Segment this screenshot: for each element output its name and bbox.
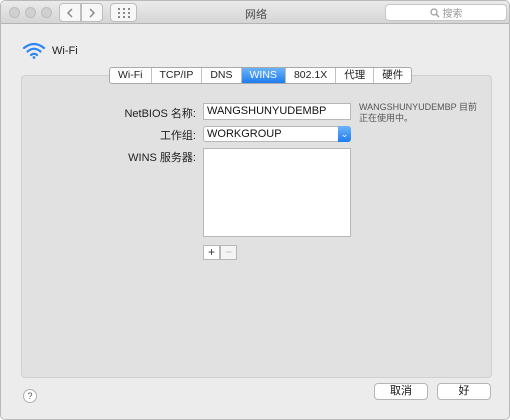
netbios-name-input[interactable]: WANGSHUNYUDEMBP (203, 103, 351, 120)
tab-dns[interactable]: DNS (202, 68, 242, 83)
wins-servers-list[interactable] (203, 148, 351, 237)
tab-wifi[interactable]: Wi-Fi (110, 68, 152, 83)
workgroup-value: WORKGROUP (207, 128, 282, 140)
netbios-status-note-line2: 正在使用中。 (359, 113, 414, 123)
network-preferences-window: 网络 搜索 Wi-Fi Wi-Fi TCP/IP DNS WINS 802.1X… (0, 0, 510, 420)
tab-hardware[interactable]: 硬件 (374, 68, 411, 83)
interface-name: Wi-Fi (52, 45, 78, 57)
remove-server-button[interactable]: − (220, 245, 237, 260)
search-field[interactable]: 搜索 (385, 4, 507, 21)
ok-button[interactable]: 好 (437, 383, 491, 400)
tab-proxy[interactable]: 代理 (336, 68, 375, 83)
chevron-down-icon: ⌄ (338, 126, 351, 142)
workgroup-label: 工作组: (159, 130, 196, 142)
tab-8021x[interactable]: 802.1X (286, 68, 337, 83)
netbios-status-note-line1: WANGSHUNYUDEMBP 目前 (359, 102, 478, 112)
help-button[interactable]: ? (23, 389, 37, 403)
netbios-name-label: NetBIOS 名称: (124, 108, 196, 120)
tab-tcpip[interactable]: TCP/IP (152, 68, 203, 83)
wins-servers-label: WINS 服务器: (128, 152, 196, 164)
wifi-icon (22, 42, 46, 59)
tab-wins[interactable]: WINS (241, 68, 286, 83)
workgroup-select[interactable]: WORKGROUP ⌄ (203, 126, 351, 142)
search-placeholder: 搜索 (442, 9, 463, 20)
title-bar: 网络 搜索 (1, 1, 509, 24)
cancel-button[interactable]: 取消 (374, 383, 428, 400)
search-icon (429, 7, 439, 17)
add-server-button[interactable]: + (203, 245, 220, 260)
tab-bar: Wi-Fi TCP/IP DNS WINS 802.1X 代理 硬件 (109, 67, 413, 84)
